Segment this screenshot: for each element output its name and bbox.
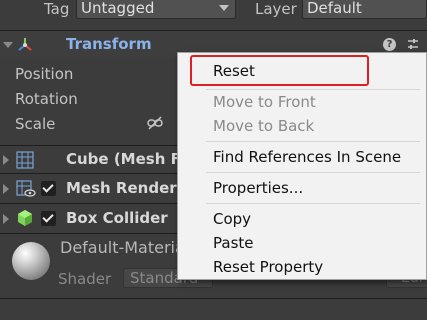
mesh-renderer-icon [16, 180, 36, 197]
chevron-down-icon [219, 5, 229, 11]
menu-separator [206, 141, 420, 142]
menu-item-move-to-back[interactable]: Move to Back [213, 117, 314, 135]
component-name: Mesh Renderer [66, 179, 195, 197]
divider [0, 298, 427, 299]
menu-item-find-references[interactable]: Find References In Scene [213, 148, 401, 166]
foldout-open-icon[interactable] [3, 42, 13, 48]
menu-item-properties[interactable]: Properties... [213, 179, 303, 197]
transform-title: Transform [66, 35, 152, 53]
menu-separator [206, 203, 420, 204]
layer-value: Default [307, 0, 362, 17]
component-name: Cube (Mesh Fil [66, 150, 192, 168]
box-collider-icon [18, 210, 32, 226]
rotation-label: Rotation [15, 90, 78, 108]
position-label: Position [15, 65, 74, 83]
scale-label: Scale [15, 115, 56, 133]
enabled-checkbox[interactable] [41, 181, 56, 196]
foldout-closed-icon[interactable] [3, 184, 9, 194]
presets-icon[interactable] [406, 37, 420, 51]
menu-separator [206, 172, 420, 173]
context-menu: Reset Move to Front Move to Back Find Re… [177, 52, 427, 280]
transform-icon [18, 38, 32, 51]
mesh-filter-icon [16, 151, 34, 169]
menu-item-move-to-front[interactable]: Move to Front [213, 93, 316, 111]
highlight-box [190, 55, 369, 86]
component-name: Box Collider [66, 209, 168, 227]
tag-dropdown[interactable]: Untagged [76, 0, 236, 19]
tag-value: Untagged [81, 0, 155, 17]
layer-label: Layer [255, 0, 297, 18]
enabled-checkbox[interactable] [41, 211, 56, 226]
tag-label: Tag [44, 0, 70, 18]
foldout-closed-icon[interactable] [3, 214, 9, 224]
help-icon[interactable]: ? [383, 38, 396, 51]
menu-item-paste[interactable]: Paste [213, 234, 254, 252]
menu-item-copy[interactable]: Copy [213, 210, 251, 228]
menu-separator [206, 89, 420, 90]
link-icon[interactable] [147, 116, 163, 130]
foldout-closed-icon[interactable] [3, 155, 9, 165]
menu-item-reset-property[interactable]: Reset Property [213, 258, 323, 276]
shader-label: Shader [58, 270, 112, 288]
tag-layer-row: Tag Untagged Layer Default [0, 0, 427, 20]
material-name: Default-Materia [60, 238, 185, 257]
layer-dropdown[interactable]: Default [302, 0, 427, 19]
material-preview-sphere [12, 242, 50, 280]
